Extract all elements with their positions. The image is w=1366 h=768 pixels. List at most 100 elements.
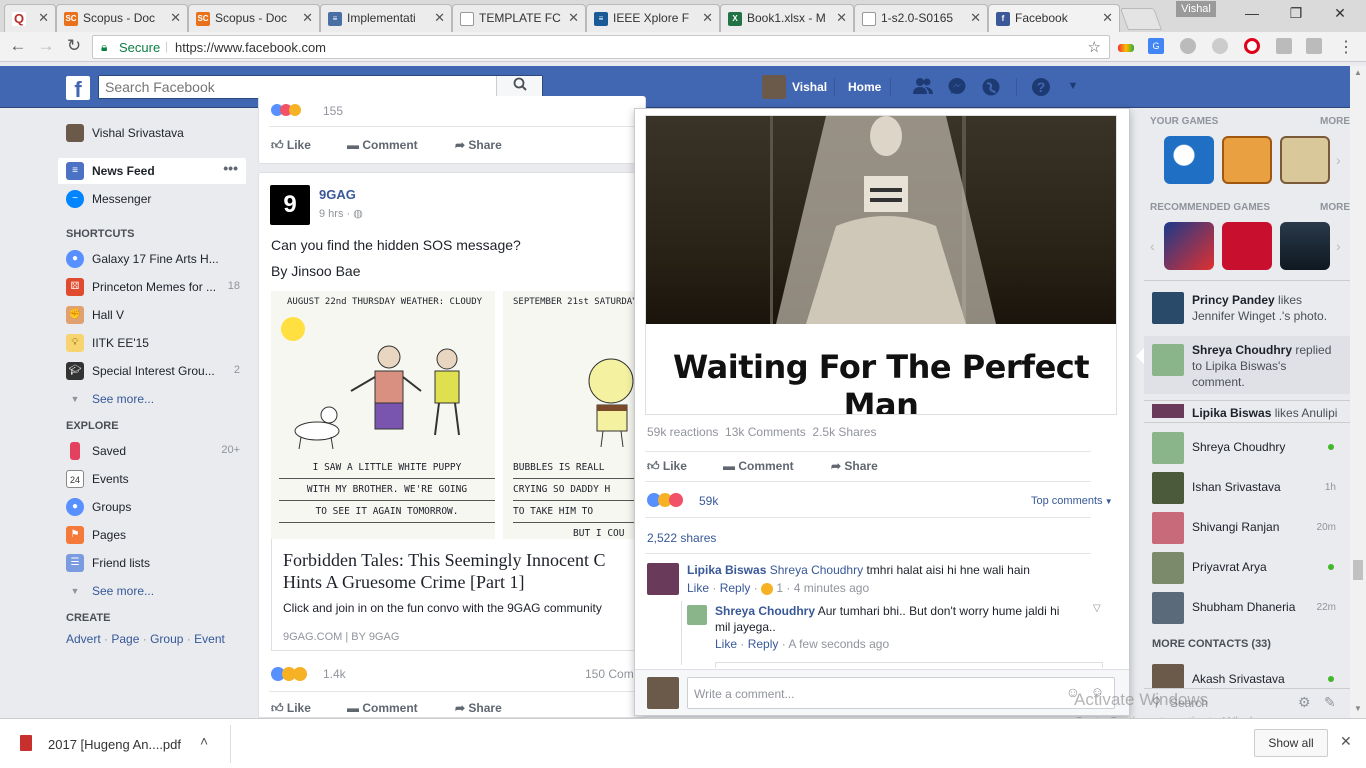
help-icon[interactable]: ? <box>1030 77 1052 97</box>
account-dropdown-icon[interactable]: ▼ <box>1062 80 1084 100</box>
create-group-link[interactable]: Group <box>150 632 183 646</box>
sidebar-item-friend-lists[interactable]: ☰ Friend lists <box>58 550 248 576</box>
post-author[interactable]: 9GAG <box>319 187 356 202</box>
opera-icon[interactable] <box>1244 38 1260 54</box>
friend-requests-icon[interactable] <box>912 77 934 97</box>
chevron-right-icon[interactable]: › <box>1336 152 1341 168</box>
sidebar-item-shortcut[interactable]: 💡︎ IITK EE'15 <box>58 330 248 356</box>
omnibox[interactable]: 🔒︎ Secure | https://www.facebook.com ☆ <box>92 35 1110 59</box>
reaction-count[interactable]: 155 <box>323 104 343 118</box>
post-time[interactable]: 9 hrs <box>319 208 343 220</box>
sidebar-item-messenger[interactable]: ~ Messenger <box>58 186 248 212</box>
home-link[interactable]: Home <box>848 80 881 94</box>
close-tab-icon[interactable]: ✕ <box>568 10 579 26</box>
close-tab-icon[interactable]: ✕ <box>970 10 981 26</box>
sidebar-item-events[interactable]: 24 Events <box>58 466 248 492</box>
more-games-link[interactable]: MORE <box>1320 116 1350 127</box>
link-preview[interactable]: Forbidden Tales: This Seemingly Innocent… <box>271 539 647 651</box>
sidebar-item-shortcut[interactable]: ⚄ Princeton Memes for ... 18 <box>58 274 248 300</box>
page-scrollbar[interactable]: ▲ ▼ <box>1350 66 1366 718</box>
comment-author[interactable]: Lipika Biswas <box>687 563 766 577</box>
browser-tab-active[interactable]: f Facebook ✕ <box>988 4 1120 32</box>
see-more-link[interactable]: ▼ See more... <box>58 578 248 604</box>
avatar[interactable] <box>1152 404 1184 418</box>
reload-icon[interactable]: ↻ <box>64 36 84 56</box>
close-tab-icon[interactable]: ✕ <box>1102 10 1113 26</box>
close-tab-icon[interactable]: ✕ <box>702 10 713 26</box>
chevron-right-icon[interactable]: › <box>1336 238 1341 254</box>
fighter-game-icon[interactable] <box>1164 222 1214 270</box>
back-icon[interactable]: ← <box>8 36 28 56</box>
sidebar-item-news-feed[interactable]: ≡ News Feed ••• <box>58 158 246 184</box>
sidebar-item-shortcut[interactable]: 🎓︎ Special Interest Grou... 2 <box>58 358 248 384</box>
download-file-name[interactable]: 2017 [Hugeng An....pdf <box>48 737 181 752</box>
sidebar-item-shortcut[interactable]: ● Galaxy 17 Fine Arts H... <box>58 246 248 272</box>
avatar[interactable] <box>1152 292 1184 324</box>
avatar[interactable] <box>762 75 786 99</box>
ticker-item[interactable]: Shreya Choudhry replied to Lipika Biswas… <box>1192 342 1342 390</box>
link-title[interactable]: Forbidden Tales: This Seemingly Innocent… <box>283 549 643 595</box>
show-all-downloads-button[interactable]: Show all <box>1254 729 1328 757</box>
reaction-count[interactable]: 59k <box>699 494 718 508</box>
comment-reply-link[interactable]: Reply <box>748 637 779 651</box>
8-ball-pool-game-icon[interactable] <box>1164 136 1214 184</box>
extension-icon[interactable] <box>1118 44 1134 52</box>
post-comic-image[interactable]: AUGUST 22nd THURSDAY WEATHER: CLOUDY I S… <box>271 291 647 539</box>
profile-link[interactable]: Vishal Srivastava <box>58 120 248 146</box>
c-ops-game-icon[interactable] <box>1280 222 1330 270</box>
jumping-game-icon[interactable] <box>1280 136 1330 184</box>
close-tab-icon[interactable]: ✕ <box>434 10 445 26</box>
chat-contact[interactable]: Ishan Srivastava 1h <box>1144 466 1350 506</box>
close-tab-icon[interactable]: ✕ <box>38 10 49 26</box>
angry-face-game-icon[interactable] <box>1222 136 1272 184</box>
search-input[interactable] <box>99 76 494 98</box>
comment-author[interactable]: Shreya Choudhry <box>715 604 815 618</box>
browser-tab[interactable]: ≡ IEEE Xplore F ✕ <box>586 4 720 32</box>
messenger-icon[interactable] <box>946 77 968 97</box>
translate-icon[interactable]: G <box>1148 38 1164 54</box>
chat-contact[interactable]: Shubham Dhaneria 22m <box>1144 586 1350 626</box>
minimize-icon[interactable]: — <box>1238 2 1266 24</box>
sidebar-item-saved[interactable]: Saved 20+ <box>58 438 248 464</box>
comment-like-link[interactable]: Like <box>687 581 709 595</box>
ticker-item[interactable]: Lipika Biswas likes Anulipi <box>1192 406 1348 420</box>
avatar[interactable] <box>647 563 679 595</box>
share-button[interactable]: ➦ Share <box>831 459 878 473</box>
comment-button[interactable]: ▬ Comment <box>723 459 794 473</box>
reaction-count[interactable]: 1.4k <box>323 667 346 681</box>
scroll-up-icon[interactable]: ▲ <box>1354 68 1362 77</box>
extension-icon[interactable] <box>1276 38 1292 54</box>
comment-time[interactable]: 4 minutes ago <box>794 581 869 595</box>
top-comments-dropdown[interactable]: Top comments ▼ <box>1031 495 1113 507</box>
chat-contact[interactable]: Shreya Choudhry <box>1144 426 1350 466</box>
scroll-down-icon[interactable]: ▼ <box>1354 704 1362 713</box>
comment-button[interactable]: ▬ Comment <box>347 138 418 152</box>
extension-icon[interactable] <box>1212 38 1228 54</box>
tagged-user[interactable]: Shreya Choudhry <box>770 563 863 577</box>
create-event-link[interactable]: Event <box>194 632 225 646</box>
comment-button[interactable]: ▬ Comment <box>347 701 418 715</box>
close-tab-icon[interactable]: ✕ <box>836 10 847 26</box>
profile-badge[interactable]: Vishal <box>1176 1 1216 17</box>
9gag-avatar-icon[interactable]: 9 <box>270 185 310 225</box>
comment-options-chevron-icon[interactable]: ▽ <box>1093 603 1101 614</box>
sidebar-item-groups[interactable]: ● Groups <box>58 494 248 520</box>
forward-icon[interactable]: → <box>36 36 56 56</box>
notifications-globe-icon[interactable] <box>980 77 1002 97</box>
browser-tab-quora[interactable]: Q ✕ <box>4 4 56 32</box>
browser-tab[interactable]: SC Scopus - Doc ✕ <box>56 4 188 32</box>
new-tab-button[interactable] <box>1119 8 1163 30</box>
more-games-link[interactable]: MORE <box>1320 202 1350 213</box>
scrollbar-thumb[interactable] <box>1353 560 1363 580</box>
close-tab-icon[interactable]: ✕ <box>302 10 313 26</box>
chat-contact[interactable]: Priyavrat Arya <box>1144 546 1350 586</box>
like-button[interactable]: 👍︎ Like <box>271 138 311 153</box>
gear-icon[interactable]: ⚙ <box>1298 694 1311 711</box>
comment-time[interactable]: A few seconds ago <box>788 637 889 651</box>
profile-link[interactable]: Vishal <box>792 80 827 94</box>
avatar[interactable] <box>687 605 707 625</box>
popup-image-card[interactable]: Waiting For The Perfect Man <box>645 115 1117 415</box>
create-advert-link[interactable]: Advert <box>66 632 101 646</box>
shares-link[interactable]: 2,522 shares <box>647 531 716 545</box>
like-button[interactable]: 👍︎ Like <box>271 701 311 716</box>
